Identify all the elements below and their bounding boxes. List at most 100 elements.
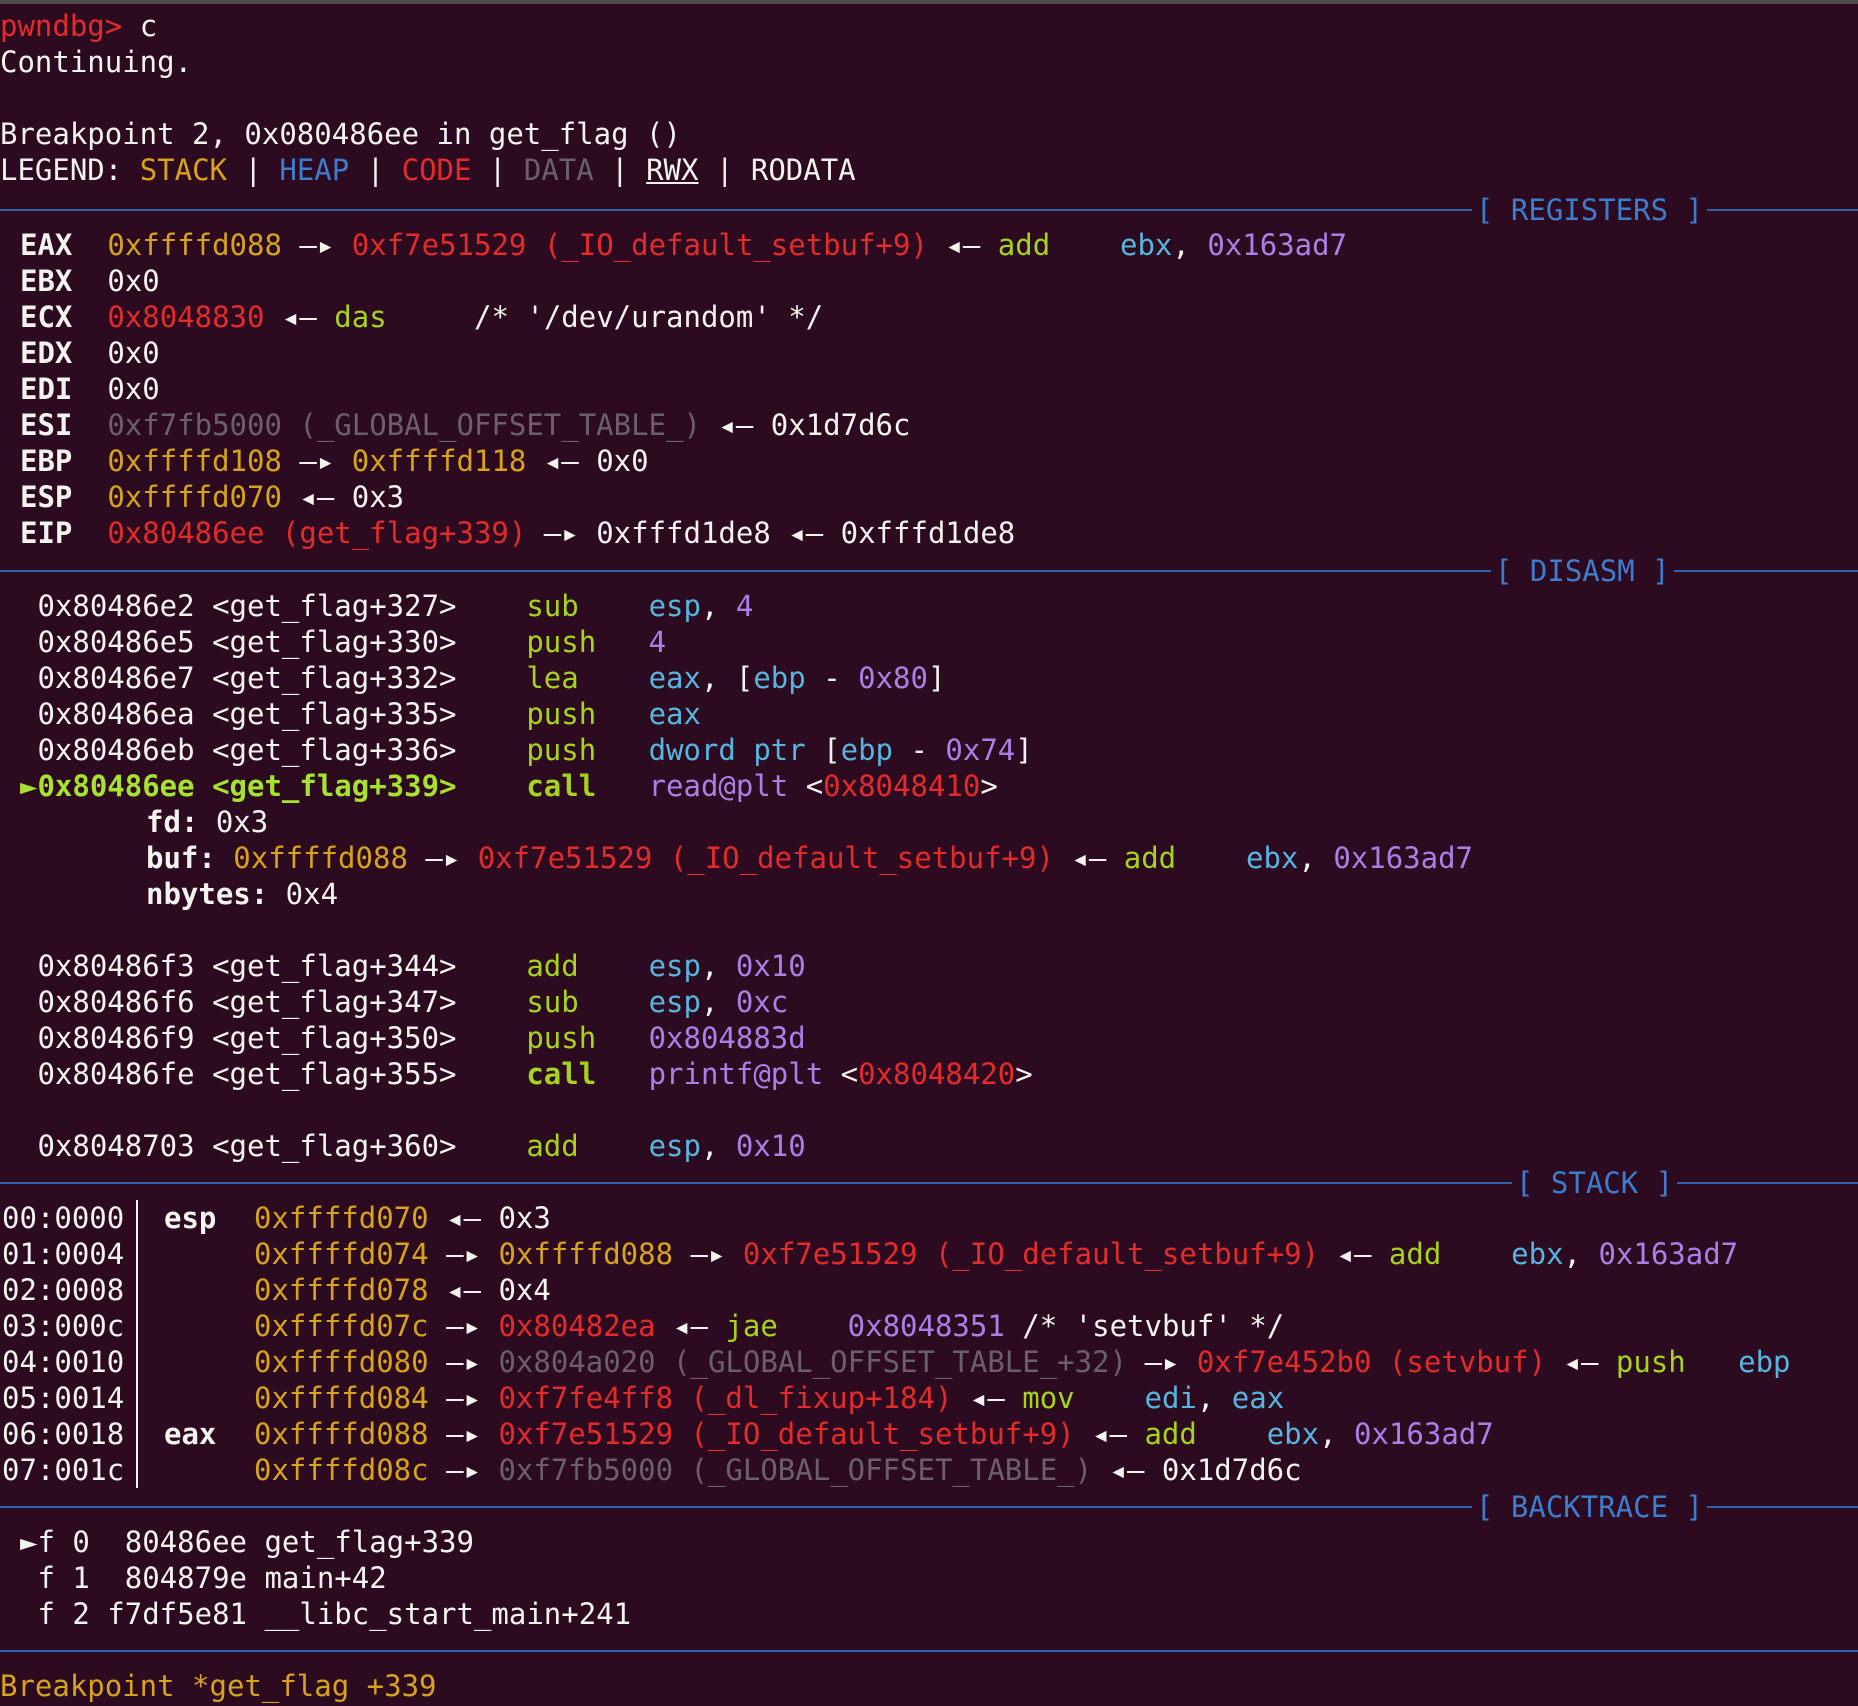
legend-line: LEGEND: STACK | HEAP | CODE | DATA | RWX… xyxy=(0,152,856,188)
value-token: —▸ xyxy=(428,1417,499,1451)
call-argument-name: buf: xyxy=(146,841,216,875)
register-row-esi: ESI 0xf7fb5000 (_GLOBAL_OFFSET_TABLE_) ◂… xyxy=(20,407,910,443)
value-token: esp xyxy=(648,949,701,983)
terminal-window[interactable]: pwndbg> c Continuing. Breakpoint 2, 0x08… xyxy=(0,0,1858,1706)
value-token: 0x80482ea xyxy=(498,1309,656,1343)
register-name: ECX xyxy=(20,300,73,334)
register-name: EAX xyxy=(20,228,73,262)
value-token: ebp xyxy=(1738,1345,1791,1379)
legend-separator: | xyxy=(698,153,751,187)
instruction-mnemonic: call xyxy=(526,1057,649,1091)
register-name: ESP xyxy=(20,480,73,514)
instruction-gutter xyxy=(20,589,37,623)
value-token xyxy=(1197,1417,1267,1451)
instruction-address: 0x80486e2 <get_flag+327> xyxy=(37,589,457,623)
stack-value: 0xffffd08c —▸ 0xf7fb5000 (_GLOBAL_OFFSET… xyxy=(254,1452,1302,1488)
stack-offset: 05:0014 xyxy=(2,1381,125,1415)
value-token: ◂— xyxy=(700,408,771,442)
value-token: 0x8048351 xyxy=(847,1309,1005,1343)
stack-offset: 00:0000 xyxy=(2,1201,125,1235)
call-argument-name: nbytes: xyxy=(146,877,269,911)
value-token: 0xf7e51529 (_IO_default_setbuf+9) xyxy=(498,1417,1075,1451)
value-token: < xyxy=(788,769,824,803)
call-argument-row: nbytes: 0x4 xyxy=(146,876,338,912)
value-token: esp xyxy=(648,589,701,623)
value-token: < xyxy=(823,1057,859,1091)
value-token: - xyxy=(893,733,946,767)
value-token: 0x0 xyxy=(107,372,160,406)
bottom-rule xyxy=(0,1650,1858,1652)
value-token: 0xf7fb5000 (_GLOBAL_OFFSET_TABLE_) xyxy=(498,1453,1093,1487)
value-token: ◂— xyxy=(952,1381,1023,1415)
stack-value: 0xffffd080 —▸ 0x804a020 (_GLOBAL_OFFSET_… xyxy=(254,1344,1791,1380)
instruction-mnemonic: sub xyxy=(526,589,649,623)
instruction-gutter xyxy=(20,661,37,695)
value-token: 0xffffd078 xyxy=(254,1273,429,1307)
value-token: ] xyxy=(927,661,946,695)
stack-offset: 01:0004 xyxy=(2,1237,125,1271)
value-token: 0xffffd108 xyxy=(107,444,282,478)
command-text: c xyxy=(139,9,158,43)
value-token: ◂— xyxy=(1319,1237,1389,1271)
value-token: 0xffffd07c xyxy=(254,1309,429,1343)
register-row-eax: EAX 0xffffd088 —▸ 0xf7e51529 (_IO_defaul… xyxy=(20,227,1347,263)
value-token: esp xyxy=(648,1129,701,1163)
legend-rwx: RWX xyxy=(646,153,699,187)
register-row-ebp: EBP 0xffffd108 —▸ 0xffffd118 ◂— 0x0 xyxy=(20,443,649,479)
disasm-row: 0x80486e5 <get_flag+330> push 4 xyxy=(20,624,666,660)
stack-row: 03:000c xyxy=(2,1308,124,1344)
legend-label: LEGEND: xyxy=(0,153,140,187)
footer-breakpoint: Breakpoint *get_flag +339 xyxy=(0,1669,437,1703)
value-token: ◂— xyxy=(526,444,597,478)
stack-offset: 02:0008 xyxy=(2,1273,125,1307)
value-token: ◂— xyxy=(281,480,352,514)
prompt-line: pwndbg> c xyxy=(0,8,157,44)
value-token: 0x3 xyxy=(351,480,405,514)
value-token: 0xffffd074 xyxy=(254,1237,429,1271)
value-token: 0x8048420 xyxy=(858,1057,1016,1091)
register-name: EDI xyxy=(20,372,73,406)
value-token: 0xffffd070 xyxy=(107,480,282,514)
value-token: , xyxy=(1298,841,1334,875)
value-token: ebx xyxy=(1120,228,1173,262)
instruction-address: 0x80486f6 <get_flag+347> xyxy=(37,985,457,1019)
instruction-mnemonic: add xyxy=(526,1129,649,1163)
value-token: 0x3 xyxy=(498,1201,551,1235)
legend-code: CODE xyxy=(401,153,472,187)
value-token: dword ptr xyxy=(648,733,806,767)
disasm-row: 0x80486f3 <get_flag+344> add esp, 0x10 xyxy=(20,948,806,984)
value-token: esp xyxy=(648,985,701,1019)
value-token: 0xffffd088 xyxy=(107,228,282,262)
value-token: 0x163ad7 xyxy=(1333,841,1473,875)
stack-value: 0xffffd078 ◂— 0x4 xyxy=(254,1272,551,1308)
value-token: 0xf7e51529 (_IO_default_setbuf+9) xyxy=(477,841,1054,875)
value-token: 0xc xyxy=(735,985,789,1019)
instruction-gutter xyxy=(20,985,37,1019)
stack-offset: 07:001c xyxy=(2,1453,125,1487)
stack-value: 0xffffd084 —▸ 0xf7fe4ff8 (_dl_fixup+184)… xyxy=(254,1380,1284,1416)
register-name: EBX xyxy=(20,264,73,298)
value-token: , xyxy=(700,589,736,623)
stack-value: 0xffffd070 ◂— 0x3 xyxy=(254,1200,551,1236)
legend-heap: HEAP xyxy=(279,153,350,187)
backtrace-frame: f 1 804879e main+42 xyxy=(20,1560,386,1596)
value-token: ebp xyxy=(753,661,806,695)
value-token: 0x163ad7 xyxy=(1354,1417,1494,1451)
disasm-row: ►0x80486ee <get_flag+339> call read@plt … xyxy=(20,768,998,804)
value-token: mov xyxy=(1022,1381,1075,1415)
value-token: push xyxy=(1615,1345,1686,1379)
current-instruction-arrow-icon: ► xyxy=(20,769,38,803)
value-token: ] xyxy=(1015,733,1033,767)
value-token: 0x10 xyxy=(735,949,806,983)
value-token: 0x3 xyxy=(198,805,269,839)
value-token: das xyxy=(334,300,387,334)
value-token xyxy=(778,1309,848,1343)
breakpoint-message: Breakpoint 2, 0x080486ee in get_flag () xyxy=(0,117,681,151)
value-token: 0x74 xyxy=(945,733,1016,767)
frame-gutter xyxy=(20,1597,37,1631)
instruction-address: 0x80486eb <get_flag+336> xyxy=(37,733,457,767)
value-token: ◂— xyxy=(1074,1417,1145,1451)
stack-divider xyxy=(136,1200,138,1488)
stack-value: 0xffffd074 —▸ 0xffffd088 —▸ 0xf7e51529 (… xyxy=(254,1236,1738,1272)
value-token: ebp xyxy=(840,733,894,767)
